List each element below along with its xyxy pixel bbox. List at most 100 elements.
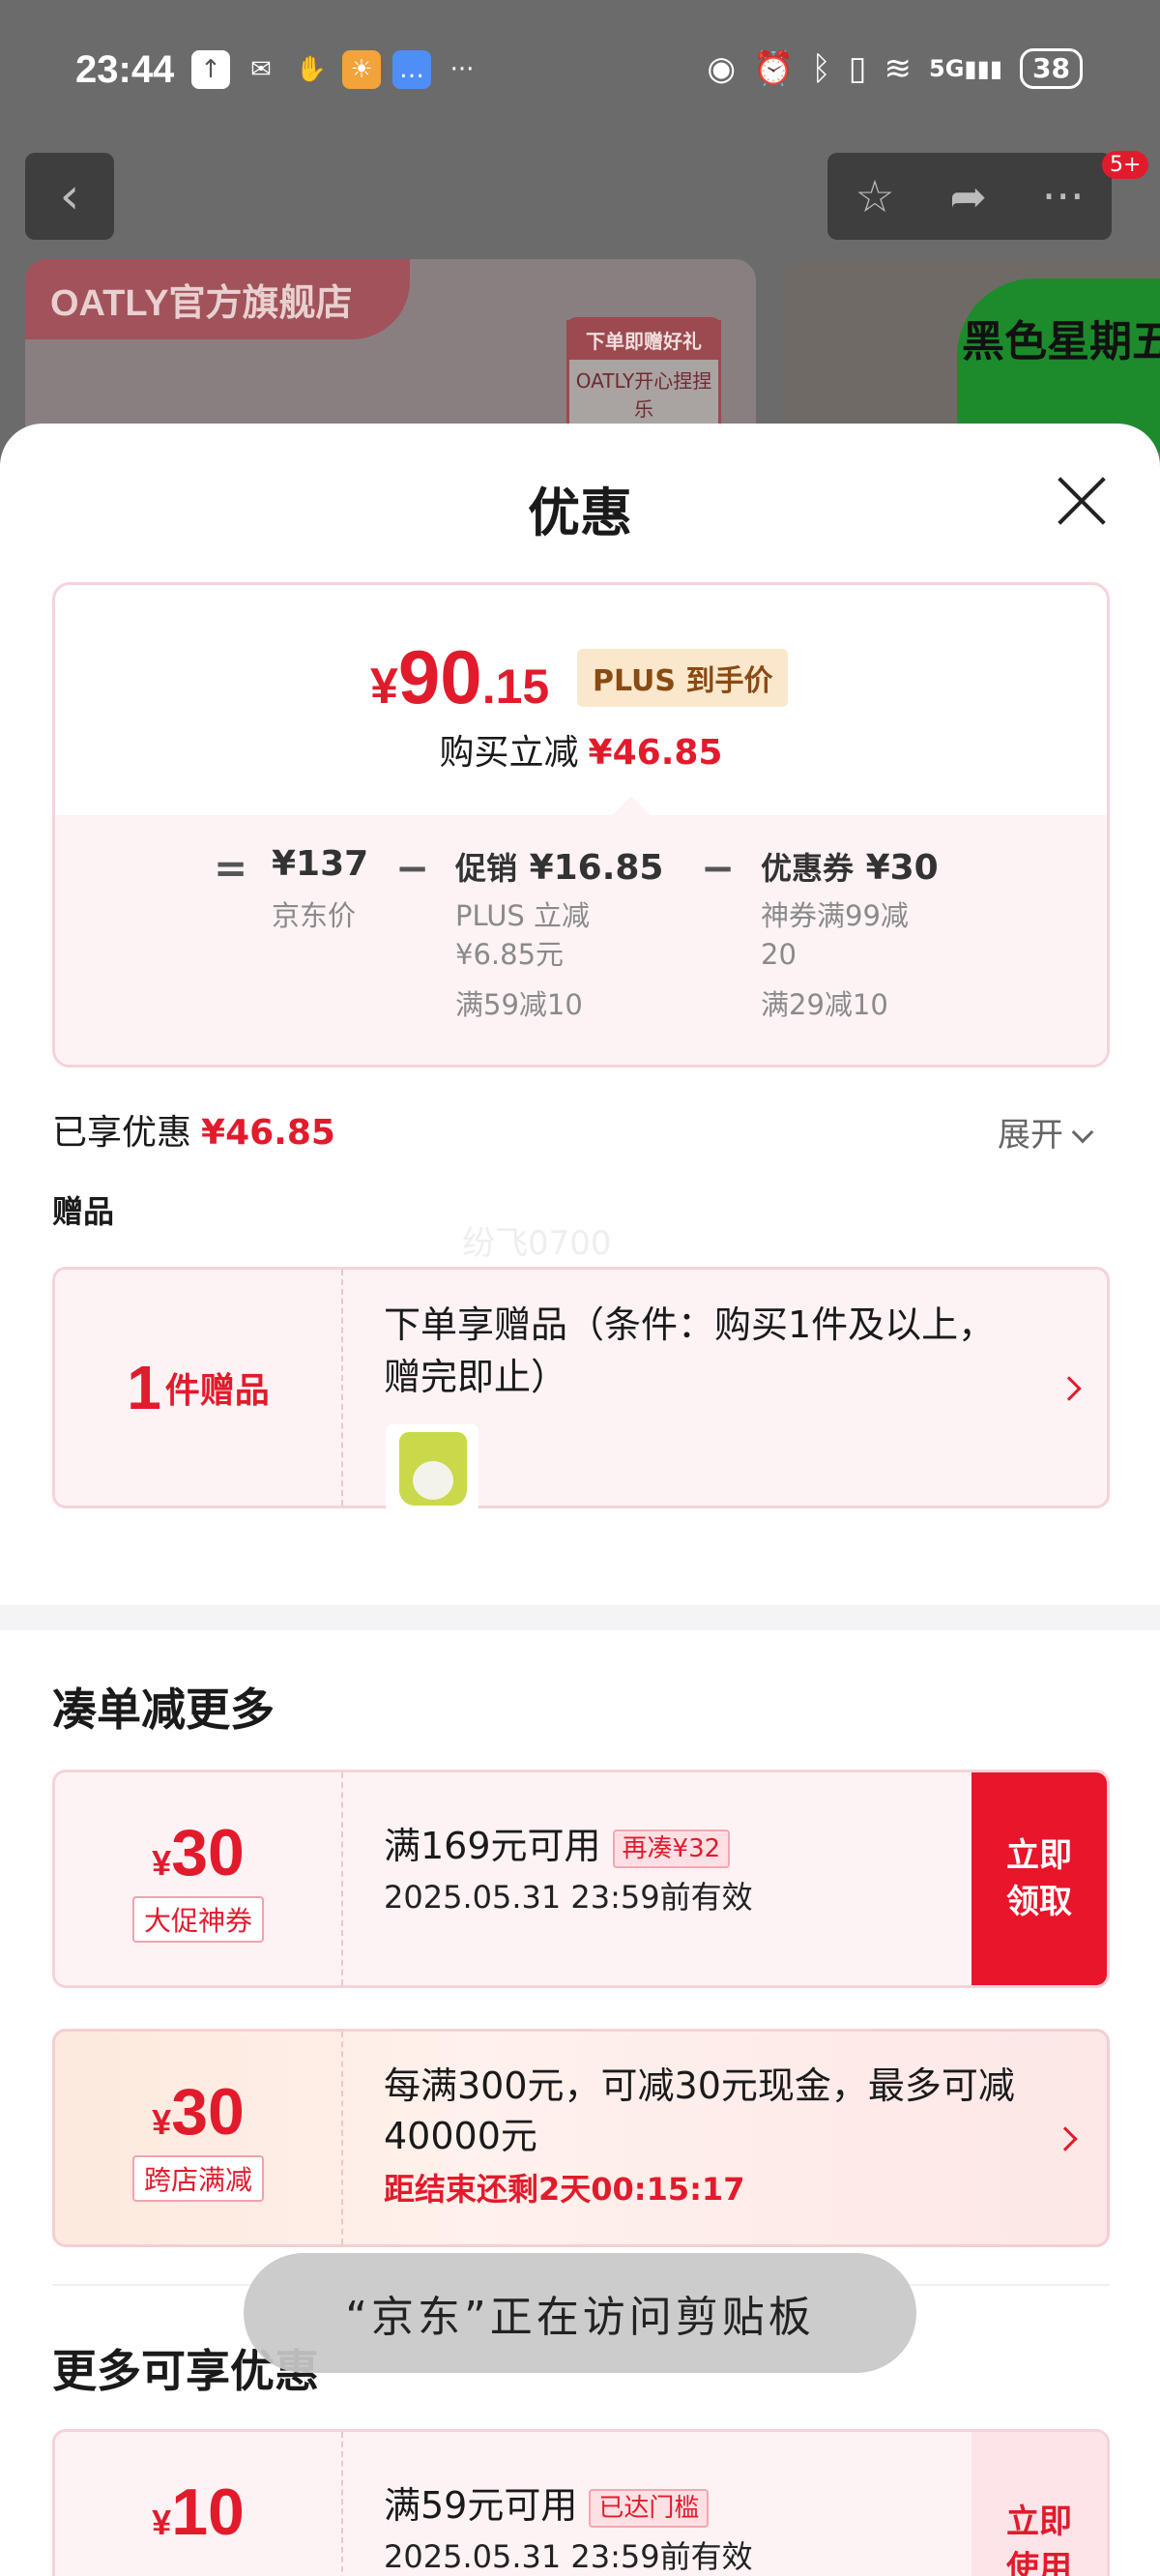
weather-icon: ☀ [342,50,381,89]
chevron-right-icon [1053,2126,1078,2152]
sheet-title: 优惠 [528,483,632,543]
coupon-symbol: ¥ [152,2503,172,2542]
coupon-chip: 再凑¥32 [612,1829,731,1868]
notification-icons: ↑ ✉ ✋ ☀ … ··· [191,50,481,89]
coupon-amount-value: 30 [171,1816,245,1889]
wechat-icon: ✉ [250,55,272,84]
gift-description: 下单享赠品（条件：购买1件及以上，赠完即止） [384,1303,996,1398]
section-divider [0,1605,1160,1630]
promo-total: 促销 ¥16.85 [455,844,663,889]
bluetooth-icon: ᛒ [811,49,831,88]
coupon-tag: 跨店满减 [131,2155,264,2202]
cross-store-coupon-card[interactable]: ¥30 跨店满减 每满300元，可减30元现金，最多可减40000元 距结束还剩… [52,2029,1110,2247]
promo-line-plus: PLUS 立减 [455,899,591,932]
coupon-countdown: 距结束还剩2天00:15:17 [384,2171,745,2208]
more-icon[interactable]: ··· [1042,170,1085,222]
coupon-detail: 神券满99减 20 满29减10 [761,896,909,1024]
coupon-symbol: ¥ [152,1843,172,1883]
minus-sign: − [395,844,430,892]
system-icons: ◉ ⏰ ᛒ ▯ ≋ 5G▮▮▮ 38 [707,48,1083,89]
coupon-amount-value: 10 [171,2475,245,2549]
back-button[interactable]: ‹ [25,153,114,240]
coupon-amount-value: 30 [171,2075,245,2149]
gift-count: 1 件赠品 [55,1270,343,1506]
signal-icon: 5G▮▮▮ [929,55,1003,82]
message-icon: … [392,50,431,89]
final-price-area: ¥90.15 PLUS 到手价 购买立减 ¥46.85 [55,585,1107,815]
coupon-amount: ¥10 [55,2474,341,2550]
gift-count-unit: 件赠品 [164,1371,270,1411]
claim-coupon-button[interactable]: 立即领取 [972,1772,1107,1985]
expand-button[interactable]: 展开 [998,1108,1094,1156]
watermark: 纷飞0700 [462,1224,612,1263]
coupon-condition: 满169元可用 再凑¥32 [384,1821,1022,1871]
final-price-int: 90 [397,634,482,719]
expand-label: 展开 [998,1116,1063,1155]
cart-badge: 5+ [1102,151,1149,179]
coupon-condition: 满59元可用 已达门槛 [384,2480,1022,2531]
enjoyed-amount: ¥46.85 [201,1113,335,1153]
alarm-icon: ⏰ [753,49,795,88]
gift-card[interactable]: 1 件赠品 下单享赠品（条件：购买1件及以上，赠完即止） [52,1267,1110,1511]
gift-section-title: 赠品 [52,1193,115,1230]
coupon-total: 优惠券 ¥30 [761,844,939,889]
top-actions: ☆ ➦ ··· [827,153,1112,240]
vibrate-icon: ▯ [848,49,867,88]
promo-amount: ¥16.85 [529,848,664,888]
coupon-body: 满169元可用 再凑¥32 2025.05.31 23:59前有效 [384,1821,1022,1917]
currency-symbol: ¥ [370,659,398,715]
jd-price: ¥137 [272,844,369,884]
gift-count-number: 1 [127,1353,161,1422]
coupon-line-1: 神券满99减 [761,899,909,932]
gift-banner-sub: OATLY开心捏捏乐 [575,369,712,421]
coupon-value: ¥10 [55,2432,343,2576]
promo-line-threshold: 满59减10 [455,988,583,1021]
promo-line-amount: ¥6.85元 [455,938,565,971]
coupon-condition-text: 满169元可用 [384,1825,601,1867]
favorite-icon[interactable]: ☆ [855,170,894,222]
gift-thumbnail[interactable] [386,1424,478,1511]
enjoyed-label: 已享优惠 [52,1113,192,1153]
coupon-condition: 每满300元，可减30元现金，最多可减40000元 [384,2064,1015,2157]
promo-label: 促销 [455,850,518,887]
coupon-chip: 已达门槛 [589,2488,710,2528]
coupon-line-2: 20 [761,938,797,971]
use-coupon-button[interactable]: 立即使用 [972,2432,1107,2576]
hand-icon: ✋ [295,55,328,84]
gift-banner-title: 下单即赠好礼 [566,320,721,360]
more-notifications-icon: ··· [450,55,475,84]
jd-price-label: 京东价 [272,899,357,932]
coupon-amount: ¥30 [55,2074,341,2150]
chevron-right-icon [1057,1376,1082,1401]
coupon-expiry: 2025.05.31 23:59前有效 [384,2538,753,2575]
price-breakdown-card: ¥90.15 PLUS 到手价 购买立减 ¥46.85 = ¥137 京东价 − … [52,582,1110,1068]
promo-detail: PLUS 立减 ¥6.85元 满59减10 [455,896,590,1024]
price-formula: = ¥137 京东价 − 促销 ¥16.85 PLUS 立减 ¥6.85元 满5… [55,815,1107,1065]
final-price-dec: .15 [481,659,550,714]
coupon-amount: ¥30 [865,848,939,888]
coupon-value: ¥30 大促神券 [55,1772,343,1985]
eye-icon: ◉ [707,49,737,88]
close-icon[interactable] [1054,474,1108,528]
available-coupon-card: ¥10 满59元可用 已达门槛 2025.05.31 23:59前有效 立即使用 [52,2429,1110,2576]
share-icon[interactable]: ➦ [949,170,987,222]
chevron-down-icon [1071,1121,1094,1144]
wifi-icon: ≋ [884,49,913,88]
coupon-card: ¥30 大促神券 满169元可用 再凑¥32 2025.05.31 23:59前有… [52,1770,1110,1988]
status-time: 23:44 [75,48,175,91]
coupon-body: 每满300元，可减30元现金，最多可减40000元 距结束还剩2天00:15:1… [384,2061,1022,2210]
instant-discount-amount: ¥46.85 [588,733,723,773]
coupon-label: 优惠券 [761,850,855,887]
enjoyed-discount: 已享优惠 ¥46.85 [52,1104,335,1155]
coupon-condition-text: 满59元可用 [384,2484,578,2527]
upload-icon: ↑ [191,50,230,89]
plus-price-tag: PLUS 到手价 [577,649,789,707]
equals-sign: = [214,844,248,892]
final-price: ¥90.15 [370,633,549,721]
store-name: OATLY官方旗舰店 [25,259,411,339]
battery-icon: 38 [1020,48,1083,89]
instant-discount-label: 购买立减 [439,733,579,773]
coupon-tag: 大促神券 [131,1896,264,1943]
coupon-expiry: 2025.05.31 23:59前有效 [384,1879,753,1916]
coupon-value: ¥30 跨店满减 [55,2032,343,2244]
